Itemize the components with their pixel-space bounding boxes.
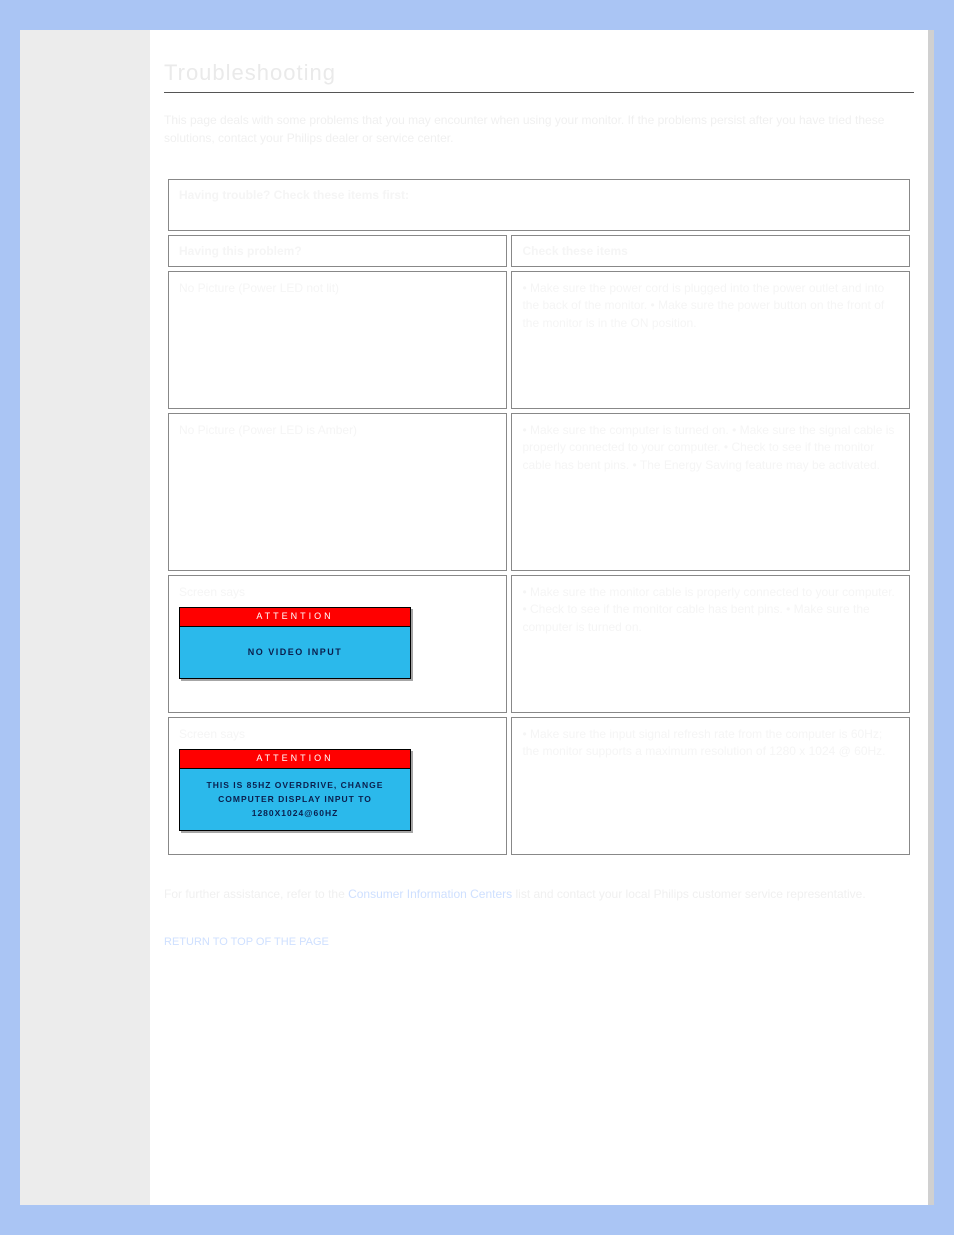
attention-box: ATTENTION NO VIDEO INPUT (179, 607, 411, 678)
solution-cell: • Make sure the monitor cable is properl… (511, 575, 910, 713)
footer-note: For further assistance, refer to the Con… (164, 885, 914, 952)
footer-link[interactable]: Consumer Information Centers (348, 887, 512, 901)
table-row: No Picture (Power LED is Amber) • Make s… (168, 413, 910, 571)
sidebar (20, 30, 150, 1205)
problem-label: Screen says (179, 585, 245, 599)
troubleshooting-table: Having trouble? Check these items first:… (164, 175, 914, 859)
attention-header: ATTENTION (180, 750, 410, 769)
back-to-top-link[interactable]: RETURN TO TOP OF THE PAGE (164, 934, 914, 952)
solution-cell: • Make sure the input signal refresh rat… (511, 717, 910, 855)
page-title: Troubleshooting (164, 60, 914, 86)
table-row: Screen says ATTENTION THIS IS 85HZ OVERD… (168, 717, 910, 855)
divider (164, 92, 914, 93)
attention-body: NO VIDEO INPUT (180, 627, 410, 677)
problem-cell: Screen says ATTENTION NO VIDEO INPUT (168, 575, 507, 713)
footer-text-post: list and contact your local Philips cust… (516, 887, 866, 901)
problem-cell: No Picture (Power LED not lit) (168, 271, 507, 409)
table-row: No Picture (Power LED not lit) • Make su… (168, 271, 910, 409)
column-header-problem: Having this problem? (168, 235, 507, 267)
attention-header: ATTENTION (180, 608, 410, 627)
scrollbar[interactable] (928, 30, 934, 1205)
solution-cell: • Make sure the computer is turned on. •… (511, 413, 910, 571)
problem-label: Screen says (179, 727, 245, 741)
page-sheet: Troubleshooting This page deals with som… (20, 30, 934, 1205)
lead-paragraph: This page deals with some problems that … (164, 111, 914, 147)
table-row: Screen says ATTENTION NO VIDEO INPUT • M… (168, 575, 910, 713)
attention-box: ATTENTION THIS IS 85HZ OVERDRIVE, CHANGE… (179, 749, 411, 831)
footer-text-pre: For further assistance, refer to the (164, 887, 348, 901)
column-header-solution: Check these items (511, 235, 910, 267)
problem-cell: Screen says ATTENTION THIS IS 85HZ OVERD… (168, 717, 507, 855)
solution-cell: • Make sure the power cord is plugged in… (511, 271, 910, 409)
attention-body: THIS IS 85HZ OVERDRIVE, CHANGE COMPUTER … (180, 769, 410, 830)
content-area: Troubleshooting This page deals with som… (150, 30, 928, 1205)
table-banner: Having trouble? Check these items first: (168, 179, 910, 231)
problem-cell: No Picture (Power LED is Amber) (168, 413, 507, 571)
